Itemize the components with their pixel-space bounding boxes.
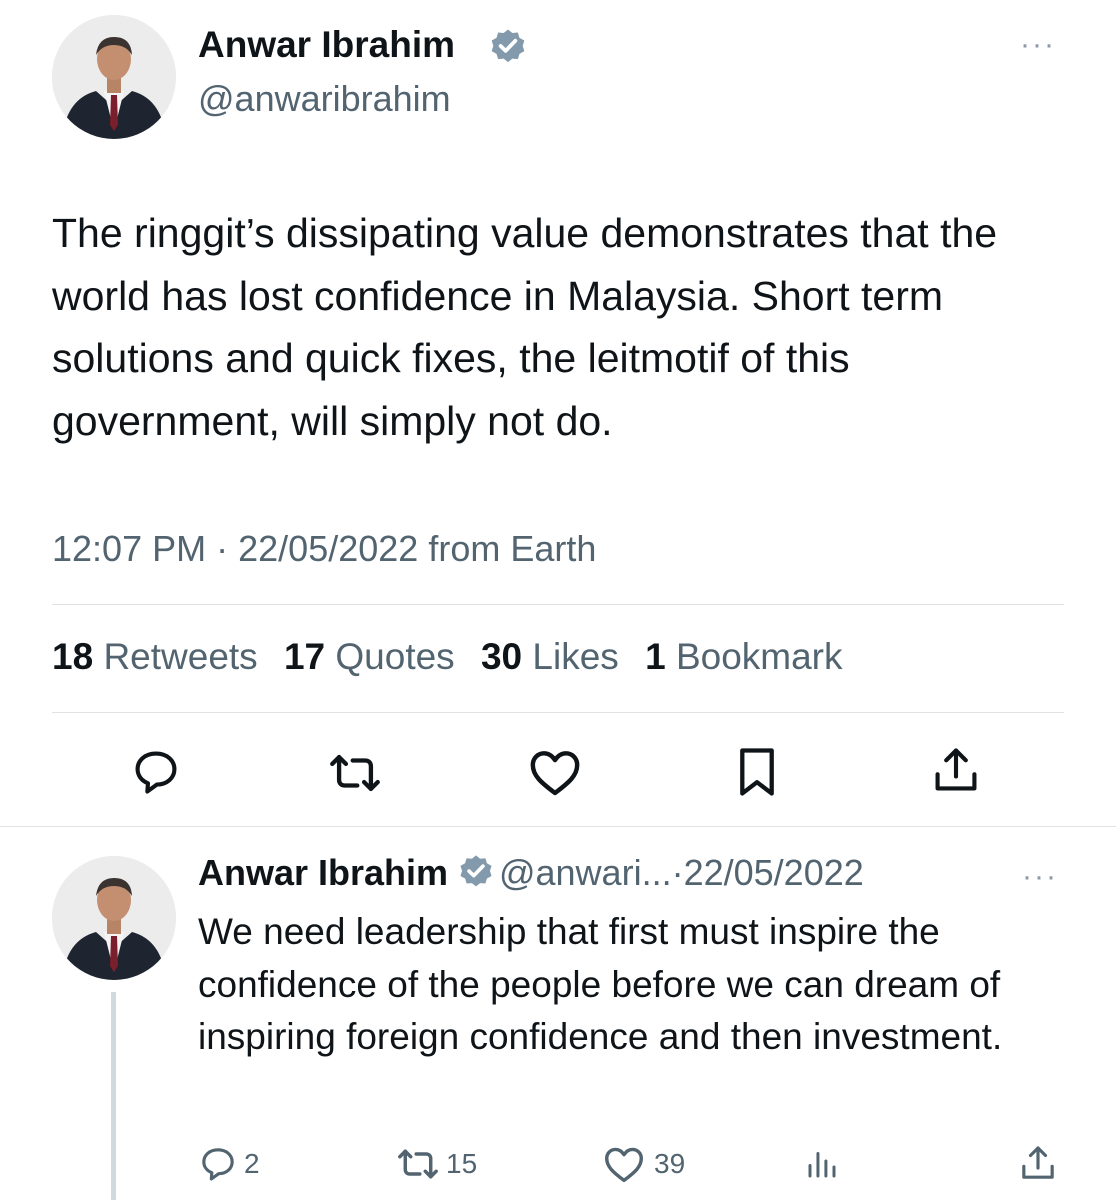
reply-count: 2 (244, 1148, 260, 1179)
reply-action-reply[interactable]: 2 (198, 1144, 260, 1184)
retweet-arrows-icon (396, 1144, 440, 1184)
bookmark-icon[interactable] (734, 746, 780, 798)
engagement-stats: 18 Retweets 17 Quotes 30 Likes 1 Bookmar… (52, 636, 843, 678)
divider (52, 604, 1064, 605)
reply-author-name[interactable]: Anwar Ibrahim (198, 852, 448, 893)
reply-action-like[interactable]: 39 (602, 1144, 685, 1184)
divider (52, 712, 1064, 713)
share-upload-icon[interactable] (930, 744, 982, 796)
reply-author-avatar[interactable] (52, 856, 176, 980)
heart-icon[interactable] (527, 746, 583, 798)
divider (0, 826, 1116, 827)
bookmarks-count: 1 (645, 636, 666, 677)
quotes-label: Quotes (335, 636, 455, 677)
bookmarks-label: Bookmark (675, 636, 843, 677)
reply-date[interactable]: 22/05/2022 (684, 852, 864, 893)
tweet-time: 12:07 PM (52, 528, 207, 569)
retweet-count: 15 (446, 1148, 478, 1179)
views-bar-chart-icon[interactable] (804, 1146, 840, 1182)
more-options-icon[interactable]: ··· (1020, 28, 1056, 62)
quotes-stat[interactable]: 17 Quotes (284, 636, 455, 677)
reply-author-handle[interactable]: @anwari... (499, 852, 672, 893)
share-upload-icon[interactable] (1018, 1143, 1058, 1183)
verified-badge-icon (488, 27, 528, 67)
timestamp-separator: · (216, 528, 229, 569)
verified-badge-icon (457, 853, 495, 891)
retweets-stat[interactable]: 18 Retweets (52, 636, 258, 677)
reply-text: We need leadership that first must inspi… (198, 911, 1003, 1057)
heart-icon (602, 1144, 646, 1184)
bookmarks-stat[interactable]: 1 Bookmark (645, 636, 842, 677)
thread-connector-line (111, 992, 116, 1200)
comment-bubble-icon[interactable] (130, 746, 182, 798)
reply-more-options-icon[interactable]: ··· (1022, 860, 1058, 894)
reply-separator: · (671, 852, 684, 893)
retweets-count: 18 (52, 636, 94, 677)
author-name[interactable]: Anwar Ibrahim (198, 24, 455, 66)
tweet-text: The ringgit’s dissipating value demonstr… (52, 210, 998, 444)
likes-count: 30 (480, 636, 523, 677)
tweet-date: 22/05/2022 (238, 528, 419, 569)
reply-action-retweet[interactable]: 15 (396, 1144, 477, 1184)
retweet-arrows-icon[interactable] (327, 748, 383, 798)
like-count: 39 (654, 1148, 686, 1179)
likes-label: Likes (532, 636, 619, 677)
quotes-count: 17 (283, 636, 326, 677)
author-handle[interactable]: @anwaribrahim (198, 78, 451, 120)
reply-header: Anwar Ibrahim @anwari...·22/05/2022 (198, 852, 864, 894)
author-avatar[interactable] (52, 15, 176, 139)
likes-stat[interactable]: 30 Likes (481, 636, 619, 677)
comment-bubble-icon (198, 1144, 238, 1184)
tweet-source: from Earth (428, 528, 597, 569)
tweet-timestamp[interactable]: 12:07 PM · 22/05/2022 from Earth (52, 528, 596, 570)
retweets-label: Retweets (103, 636, 258, 677)
